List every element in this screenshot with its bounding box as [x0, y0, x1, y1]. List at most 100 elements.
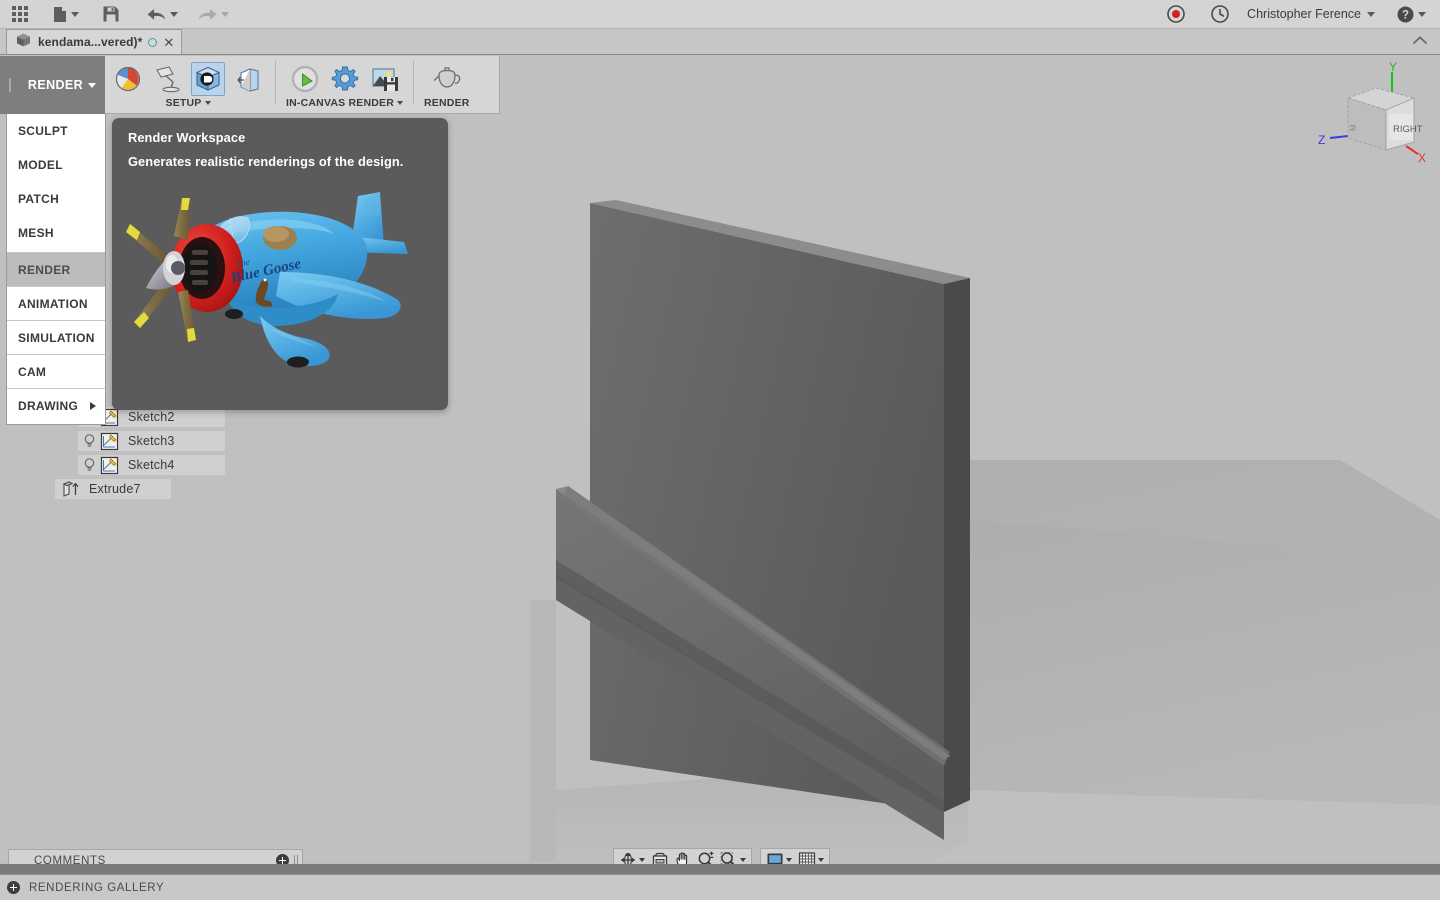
ribbon-group-render: RENDER [418, 56, 476, 114]
sketch-icon [100, 456, 119, 475]
app-grid-icon [12, 5, 28, 22]
menu-item-label: SCULPT [18, 124, 68, 138]
ribbon-group-in-canvas-render: IN-CANVAS RENDER [280, 56, 409, 114]
chevron-down-icon[interactable] [818, 858, 824, 862]
title-bar: Christopher Ference ? [0, 0, 1440, 29]
undo-icon [147, 8, 166, 20]
extrude-icon [61, 480, 80, 499]
viewcube-axis-x-label: X [1418, 151, 1426, 165]
chevron-down-icon[interactable] [639, 858, 645, 862]
menu-item-drawing[interactable]: DRAWING [7, 388, 105, 422]
user-name-label: Christopher Ference [1247, 7, 1361, 21]
ribbon-group-label-text: SETUP [165, 97, 202, 109]
floppy-save-icon [103, 6, 119, 22]
menu-item-label: RENDER [18, 262, 71, 277]
ribbon-grip [8, 78, 11, 92]
timeline-strip [0, 864, 1440, 874]
ribbon-group-label-text: RENDER [424, 97, 470, 109]
record-button[interactable] [1155, 0, 1197, 29]
svg-text:?: ? [1402, 9, 1409, 21]
in-canvas-render-icon[interactable] [288, 62, 322, 96]
menu-item-model[interactable]: MODEL [7, 148, 105, 182]
menu-item-cam[interactable]: CAM [7, 354, 105, 388]
tooltip-description: Generates realistic renderings of the de… [128, 154, 404, 169]
collapse-chevron-icon[interactable] [1412, 32, 1428, 50]
capture-image-icon[interactable] [368, 62, 402, 96]
viewcube-axis-z-label: Z [1318, 133, 1325, 147]
tooltip-render-workspace: Render Workspace Generates realistic ren… [112, 118, 448, 410]
document-tab-label: kendama...vered)* [38, 35, 143, 49]
record-icon [1167, 5, 1185, 23]
close-icon[interactable]: ✕ [163, 36, 174, 49]
visibility-bulb-icon[interactable] [78, 433, 100, 449]
chevron-down-icon[interactable] [71, 11, 79, 17]
title-bar-right-group: Christopher Ference ? [1155, 0, 1440, 29]
document-tab[interactable]: kendama...vered)* ✕ [6, 29, 183, 54]
workspace-switcher-button[interactable]: RENDER [0, 56, 105, 114]
menu-item-simulation[interactable]: SIMULATION [7, 320, 105, 354]
render-settings-gear-icon[interactable] [328, 62, 362, 96]
viewcube[interactable]: Y Z X RIGHT M [1314, 58, 1432, 170]
document-cube-icon [15, 32, 32, 53]
lamp-appearance-icon[interactable] [151, 62, 185, 96]
history-button[interactable] [1197, 0, 1243, 29]
list-item-label: Sketch3 [128, 434, 175, 448]
menu-item-sculpt[interactable]: SCULPT [7, 114, 105, 148]
ribbon-toolbar: RENDER SETUP IN-CANVAS RENDER RENDER [0, 56, 500, 114]
scene-settings-icon[interactable] [111, 62, 145, 96]
menu-item-label: PATCH [18, 192, 60, 206]
list-item[interactable]: Sketch4 [0, 453, 230, 477]
list-item[interactable]: Extrude7 [0, 477, 230, 501]
viewcube-face-label: RIGHT [1393, 124, 1423, 135]
menu-item-animation[interactable]: ANIMATION [7, 286, 105, 320]
ribbon-group-setup-label[interactable]: SETUP [165, 97, 211, 109]
submenu-arrow-icon [90, 401, 96, 410]
list-item-label: Sketch4 [128, 458, 175, 472]
menu-item-label: MODEL [18, 158, 63, 172]
app-grid-button[interactable] [0, 0, 39, 29]
chevron-down-icon[interactable] [1418, 11, 1426, 17]
chevron-down-icon[interactable] [204, 101, 211, 105]
user-account-button[interactable]: Christopher Ference [1243, 0, 1381, 29]
sketch-icon [100, 432, 119, 451]
list-item[interactable]: Sketch3 [0, 429, 230, 453]
ribbon-separator [275, 60, 276, 104]
menu-item-mesh[interactable]: MESH [7, 216, 105, 250]
chevron-down-icon[interactable] [88, 82, 97, 88]
render-teapot-icon[interactable] [430, 62, 464, 96]
save-button[interactable] [85, 0, 129, 29]
list-item-label: Extrude7 [89, 482, 141, 496]
chevron-down-icon[interactable] [221, 11, 229, 17]
help-icon: ? [1397, 6, 1414, 22]
clock-icon [1211, 5, 1229, 23]
expand-gallery-icon[interactable] [7, 881, 20, 894]
texture-map-controls-icon[interactable] [231, 62, 265, 96]
ribbon-group-in-canvas-render-label[interactable]: IN-CANVAS RENDER [286, 97, 404, 109]
workspace-switcher-label: RENDER [27, 78, 84, 92]
undo-button[interactable] [129, 0, 184, 29]
menu-item-label: DRAWING [18, 398, 79, 413]
help-button[interactable]: ? [1381, 0, 1430, 29]
new-file-icon [54, 6, 66, 22]
chevron-down-icon[interactable] [170, 11, 178, 17]
new-file-button[interactable] [39, 0, 85, 29]
fusion360-window: Y Z X RIGHT M Sketch2 Sketch3 Sketch4 Ex… [0, 0, 1440, 900]
menu-item-label: ANIMATION [18, 296, 88, 311]
rendering-gallery-bar[interactable]: RENDERING GALLERY [0, 874, 1440, 900]
unsaved-circle-icon[interactable] [148, 37, 158, 47]
chevron-down-icon[interactable] [740, 858, 746, 862]
chevron-down-icon[interactable] [1367, 11, 1375, 17]
chevron-down-icon[interactable] [786, 858, 792, 862]
redo-icon [198, 8, 217, 20]
ribbon-group-render-label[interactable]: RENDER [424, 97, 470, 109]
menu-item-render[interactable]: RENDER [7, 252, 105, 286]
decal-cube-icon[interactable] [191, 62, 225, 96]
chevron-down-icon[interactable] [397, 101, 404, 105]
menu-item-patch[interactable]: PATCH [7, 182, 105, 216]
blue-toy-airplane-render-preview: The Blue Goose [112, 176, 448, 404]
ribbon-separator [413, 60, 415, 104]
redo-button[interactable] [184, 0, 235, 29]
visibility-bulb-icon[interactable] [78, 457, 100, 473]
tooltip-title: Render Workspace [128, 130, 246, 145]
workspace-dropdown-menu[interactable]: SCULPT MODEL PATCH MESH RENDER ANIMATION… [6, 114, 106, 425]
